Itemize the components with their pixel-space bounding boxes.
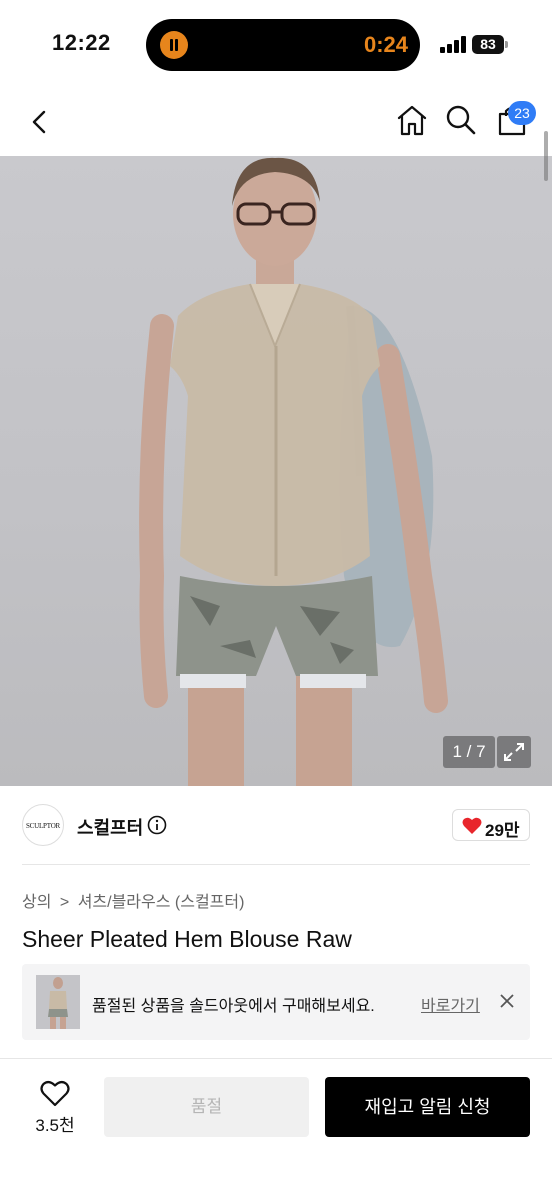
banner-message: 품절된 상품을 솔드아웃에서 구매해보세요. — [92, 998, 375, 1015]
soldout-banner[interactable]: 품절된 상품을 솔드아웃에서 구매해보세요. 바로가기 — [22, 964, 530, 1040]
recording-pause-icon[interactable] — [160, 31, 188, 59]
breadcrumb-subcategory[interactable]: 셔츠/블라우스 (스컬프터) — [78, 894, 245, 911]
battery-icon: 83 — [472, 35, 504, 54]
brand-row[interactable]: SCULPTOR 스컬프터 29만 — [0, 800, 552, 852]
recording-timer: 0:24 — [363, 32, 408, 57]
banner-thumbnail — [36, 975, 80, 1029]
wishlist-button[interactable]: 3.5천 — [24, 1079, 86, 1135]
restock-alert-button[interactable]: 재입고 알림 신청 — [325, 1077, 530, 1137]
chevron-left-icon[interactable] — [22, 104, 58, 140]
heart-outline-icon — [40, 1081, 70, 1107]
brand-like-button[interactable]: 29만 — [452, 809, 530, 841]
dynamic-island[interactable]: 0:24 — [146, 19, 420, 71]
expand-icon[interactable] — [497, 736, 531, 768]
brand-like-count: 29만 — [485, 821, 520, 840]
search-icon[interactable] — [443, 102, 479, 138]
soldout-button: 품절 — [104, 1077, 309, 1137]
breadcrumb-separator: > — [59, 894, 70, 911]
breadcrumb-category[interactable]: 상의 — [22, 894, 51, 911]
brand-logo[interactable]: SCULPTOR — [22, 804, 64, 846]
battery-tip — [505, 41, 508, 48]
close-icon[interactable] — [498, 992, 516, 1010]
bottom-action-bar: 3.5천 품절 재입고 알림 신청 — [0, 1058, 552, 1200]
heart-filled-icon — [462, 817, 482, 834]
page-scrollbar[interactable] — [544, 131, 548, 181]
wishlist-count: 3.5천 — [35, 1116, 75, 1135]
home-icon[interactable] — [394, 102, 430, 138]
product-image[interactable] — [0, 156, 552, 786]
product-title: Sheer Pleated Hem Blouse Raw — [22, 926, 352, 952]
cart-count-badge: 23 — [508, 101, 536, 125]
status-bar: 12:22 0:24 83 — [0, 0, 552, 90]
model-photo — [139, 157, 448, 786]
info-icon[interactable] — [147, 815, 167, 835]
top-navigation: 23 — [0, 90, 552, 156]
cellular-signal-icon — [440, 36, 466, 53]
image-pager: 1 / 7 — [443, 736, 495, 768]
breadcrumb: 상의 > 셔츠/블라우스 (스컬프터) — [22, 888, 248, 912]
brand-name[interactable]: 스컬프터 — [77, 814, 143, 840]
section-divider — [22, 864, 530, 865]
status-time: 12:22 — [52, 30, 111, 55]
banner-shortcut-link[interactable]: 바로가기 — [421, 992, 480, 1016]
